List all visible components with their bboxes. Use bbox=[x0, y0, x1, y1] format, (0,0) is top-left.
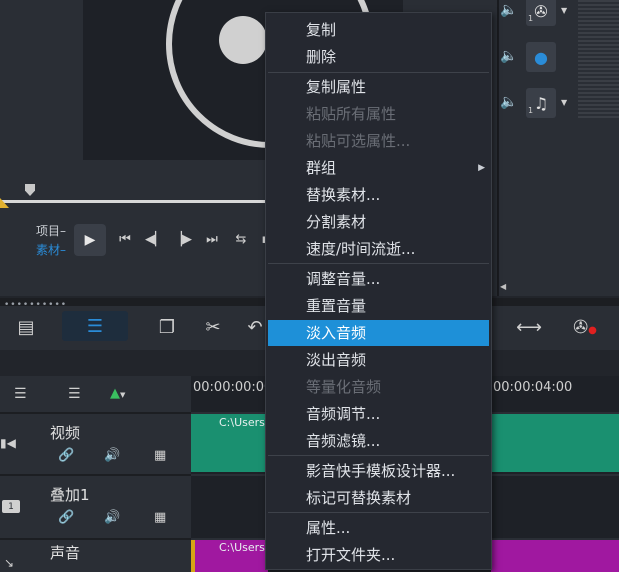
menu-item-normalize-audio: 等量化音频 bbox=[306, 378, 382, 396]
ruler-time-start: 00:00:00:00 bbox=[193, 380, 273, 395]
track-name: 叠加1 bbox=[50, 486, 90, 504]
menu-item-delete[interactable]: 删除 bbox=[266, 44, 491, 70]
menu-item-label: 群组 bbox=[306, 159, 337, 177]
trim-start-marker[interactable] bbox=[0, 198, 9, 208]
chapter-list-icon[interactable]: ☰ bbox=[68, 386, 81, 402]
menu-item-mark-replaceable[interactable]: 标记可替换素材 bbox=[266, 485, 491, 511]
video-clip-continuation[interactable] bbox=[491, 414, 619, 472]
step-back-icon: ◀▏ bbox=[145, 231, 165, 247]
timeline-icon: ☰ bbox=[86, 315, 104, 337]
menu-item-template-designer[interactable]: 影音快手模板设计器... bbox=[266, 458, 491, 484]
audio-level-meter bbox=[578, 0, 619, 118]
ruler-time-4s: 00:00:04:00 bbox=[493, 380, 573, 395]
menu-separator bbox=[268, 512, 489, 513]
tools-icon: ✂ bbox=[205, 316, 221, 338]
speaker-icon[interactable]: 🔊 bbox=[104, 510, 120, 525]
mode-clip-label[interactable]: 素材– bbox=[36, 241, 66, 258]
menu-item-split-clip[interactable]: 分割素材 bbox=[266, 209, 491, 235]
film-reel-record-icon: ✇● bbox=[573, 316, 597, 338]
music-note-icon: ♫ bbox=[533, 93, 549, 113]
step-forward-icon: ▕▶ bbox=[172, 231, 192, 247]
link-icon[interactable]: 🔗 bbox=[58, 448, 74, 463]
disc-center bbox=[219, 16, 267, 64]
record-capture-button[interactable]: ✇● bbox=[572, 314, 598, 340]
dropdown-arrow-icon[interactable]: ▼ bbox=[561, 6, 567, 15]
track-header-voice[interactable] bbox=[0, 538, 191, 572]
scrub-bar[interactable] bbox=[0, 200, 300, 203]
menu-item-paste-selected-attributes: 粘贴可选属性... bbox=[306, 132, 411, 150]
fit-icon: ⟷ bbox=[516, 316, 542, 338]
dropdown-arrow-icon[interactable]: ▼ bbox=[561, 98, 567, 107]
transparency-icon[interactable]: ▦ bbox=[154, 448, 166, 463]
transparency-icon[interactable]: ▦ bbox=[154, 510, 166, 525]
submenu-arrow-icon: ▶ bbox=[478, 163, 485, 173]
repeat-button[interactable]: ⇆ bbox=[231, 229, 251, 249]
track-name: 视频 bbox=[50, 424, 81, 442]
menu-item-adjust-volume[interactable]: 调整音量... bbox=[266, 266, 491, 292]
menu-item-replace-clip[interactable]: 替换素材... bbox=[266, 182, 491, 208]
menu-separator bbox=[268, 455, 489, 456]
mode-project-label[interactable]: 项目– bbox=[36, 222, 66, 239]
track-manager-icon[interactable]: ☰ bbox=[14, 386, 27, 402]
voice-track-mixer-button[interactable]: ● bbox=[526, 42, 556, 72]
speaker-icon[interactable]: 🔊 bbox=[104, 448, 120, 463]
previous-frame-button[interactable]: ◀▏ bbox=[145, 229, 165, 249]
menu-item-fade-in-audio[interactable]: 淡入音频 bbox=[268, 320, 489, 346]
menu-separator bbox=[268, 72, 489, 73]
document-copy-icon: ❐ bbox=[158, 316, 176, 338]
context-menu: 复制 删除 复制属性 粘贴所有属性 粘贴可选属性... 群组 ▶ 替换素材...… bbox=[265, 12, 492, 570]
next-frame-button[interactable]: ▕▶ bbox=[172, 229, 192, 249]
go-to-end-button[interactable]: ⏭ bbox=[202, 229, 222, 249]
menu-item-group[interactable]: 群组 ▶ bbox=[266, 155, 491, 181]
link-icon[interactable]: 🔗 bbox=[58, 510, 74, 525]
menu-item-paste-all-attributes: 粘贴所有属性 bbox=[306, 105, 397, 123]
video-track-icon: ▮◀ bbox=[0, 436, 16, 450]
skip-start-icon: ⏮ bbox=[119, 231, 131, 247]
menu-item-reset-volume[interactable]: 重置音量 bbox=[266, 293, 491, 319]
go-to-start-button[interactable]: ⏮ bbox=[115, 229, 135, 249]
film-reel-icon: ✇ bbox=[534, 1, 548, 21]
video-clip[interactable]: C:\Users\ bbox=[191, 414, 269, 472]
speaker-icon[interactable]: 🔈 bbox=[500, 94, 517, 110]
play-button[interactable]: ▶ bbox=[74, 224, 106, 256]
menu-item-properties[interactable]: 属性... bbox=[266, 515, 491, 541]
fit-to-window-button[interactable]: ⟷ bbox=[516, 314, 542, 340]
clip-name: C:\Users\ bbox=[219, 541, 269, 554]
audio-clip-continuation[interactable] bbox=[491, 540, 619, 572]
audio-clip[interactable]: C:\Users\ bbox=[191, 540, 269, 572]
repeat-icon: ⇆ bbox=[235, 231, 247, 247]
timeline-view-button[interactable]: ☰ bbox=[62, 311, 128, 341]
track-header-overlay[interactable] bbox=[0, 474, 191, 538]
menu-separator bbox=[268, 263, 489, 264]
track-number: 1 bbox=[528, 106, 534, 115]
menu-item-fade-out-audio[interactable]: 淡出音频 bbox=[266, 347, 491, 373]
copy-attributes-button[interactable]: ❐ bbox=[154, 314, 180, 340]
menu-item-speed-time-lapse[interactable]: 速度/时间流逝... bbox=[266, 236, 491, 262]
menu-item-copy[interactable]: 复制 bbox=[266, 17, 491, 43]
menu-item-open-folder[interactable]: 打开文件夹... bbox=[266, 542, 491, 568]
menu-item-audio-filter[interactable]: 音频滤镜... bbox=[266, 428, 491, 454]
marker-dropdown-icon[interactable]: ▲▼ bbox=[110, 386, 125, 401]
film-strip-icon: ▤ bbox=[17, 316, 35, 338]
speaker-icon[interactable]: 🔈 bbox=[500, 2, 517, 18]
play-icon: ▶ bbox=[84, 232, 96, 248]
menu-item-copy-attributes[interactable]: 复制属性 bbox=[266, 74, 491, 100]
track-header-video[interactable] bbox=[0, 412, 191, 474]
voice-track-icon: ↘ bbox=[4, 556, 15, 570]
speaker-icon[interactable]: 🔈 bbox=[500, 48, 517, 64]
clip-name: C:\Users\ bbox=[219, 416, 269, 429]
overlay-track-badge: 1 bbox=[2, 500, 20, 513]
track-header-toolbar bbox=[0, 376, 191, 412]
tools-button[interactable]: ✂ bbox=[200, 314, 226, 340]
undo-icon: ↶ bbox=[247, 316, 263, 338]
track-name: 声音 bbox=[50, 544, 81, 562]
skip-end-icon: ⏭ bbox=[206, 231, 218, 247]
collapse-arrow-icon[interactable]: ◀ bbox=[500, 282, 506, 291]
menu-item-audio-adjust[interactable]: 音频调节... bbox=[266, 401, 491, 427]
microphone-icon: ● bbox=[534, 47, 548, 67]
storyboard-view-button[interactable]: ▤ bbox=[10, 314, 42, 340]
track-number: 1 bbox=[528, 14, 534, 23]
